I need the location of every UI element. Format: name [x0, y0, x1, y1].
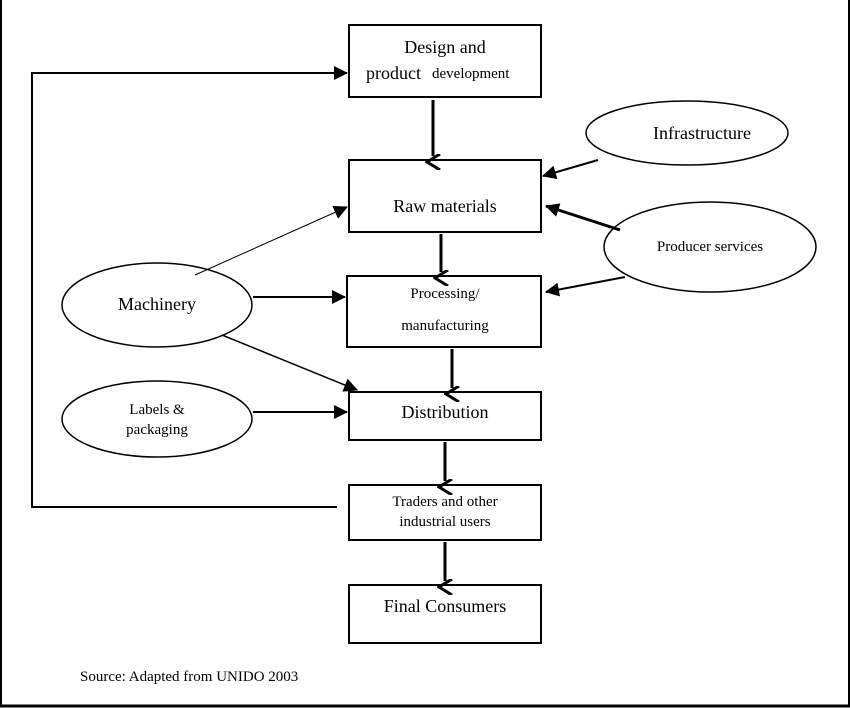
- traders-box: Traders and other industrial users: [348, 484, 542, 541]
- labels-line2: packaging: [126, 422, 188, 438]
- infrastructure-label: Infrastructure: [653, 123, 751, 143]
- distribution-box: Distribution: [348, 391, 542, 441]
- final-consumers-label: Final Consumers: [384, 596, 507, 616]
- design-box: Design and product development: [348, 24, 542, 98]
- source-note: Source: Adapted from UNIDO 2003: [80, 669, 298, 685]
- final-consumers-box: Final Consumers: [348, 584, 542, 644]
- raw-materials-box: Raw materials: [348, 159, 542, 233]
- traders-line2: industrial users: [399, 514, 490, 530]
- machinery-label: Machinery: [118, 294, 196, 314]
- arrow-machinery-to-distribution: [221, 334, 358, 392]
- labels-packaging-ellipse: Labels & packaging: [61, 380, 253, 458]
- arrow-producer-to-raw: [545, 203, 621, 232]
- arrow-producer-to-processing: [545, 276, 626, 297]
- raw-materials-label: Raw materials: [393, 196, 496, 216]
- design-line2a: product: [366, 63, 421, 83]
- distribution-label: Distribution: [401, 402, 488, 422]
- machinery-ellipse: Machinery: [61, 262, 253, 348]
- design-line1: Design and: [404, 37, 485, 57]
- traders-line1: Traders and other: [392, 494, 497, 510]
- processing-line2: manufacturing: [401, 318, 489, 334]
- producer-services-label: Producer services: [657, 239, 763, 255]
- labels-line1: Labels &: [129, 402, 185, 418]
- infrastructure-ellipse: Infrastructure: [585, 100, 789, 166]
- design-line2b: development: [432, 66, 510, 82]
- producer-services-ellipse: Producer services: [603, 201, 817, 293]
- arrow-machinery-to-raw: [194, 205, 348, 276]
- arrow-infrastructure-to-raw: [542, 159, 599, 180]
- processing-box: Processing/ manufacturing: [346, 275, 542, 348]
- value-chain-diagram: Design and product development Raw mater…: [0, 0, 850, 708]
- processing-line1: Processing/: [410, 286, 480, 302]
